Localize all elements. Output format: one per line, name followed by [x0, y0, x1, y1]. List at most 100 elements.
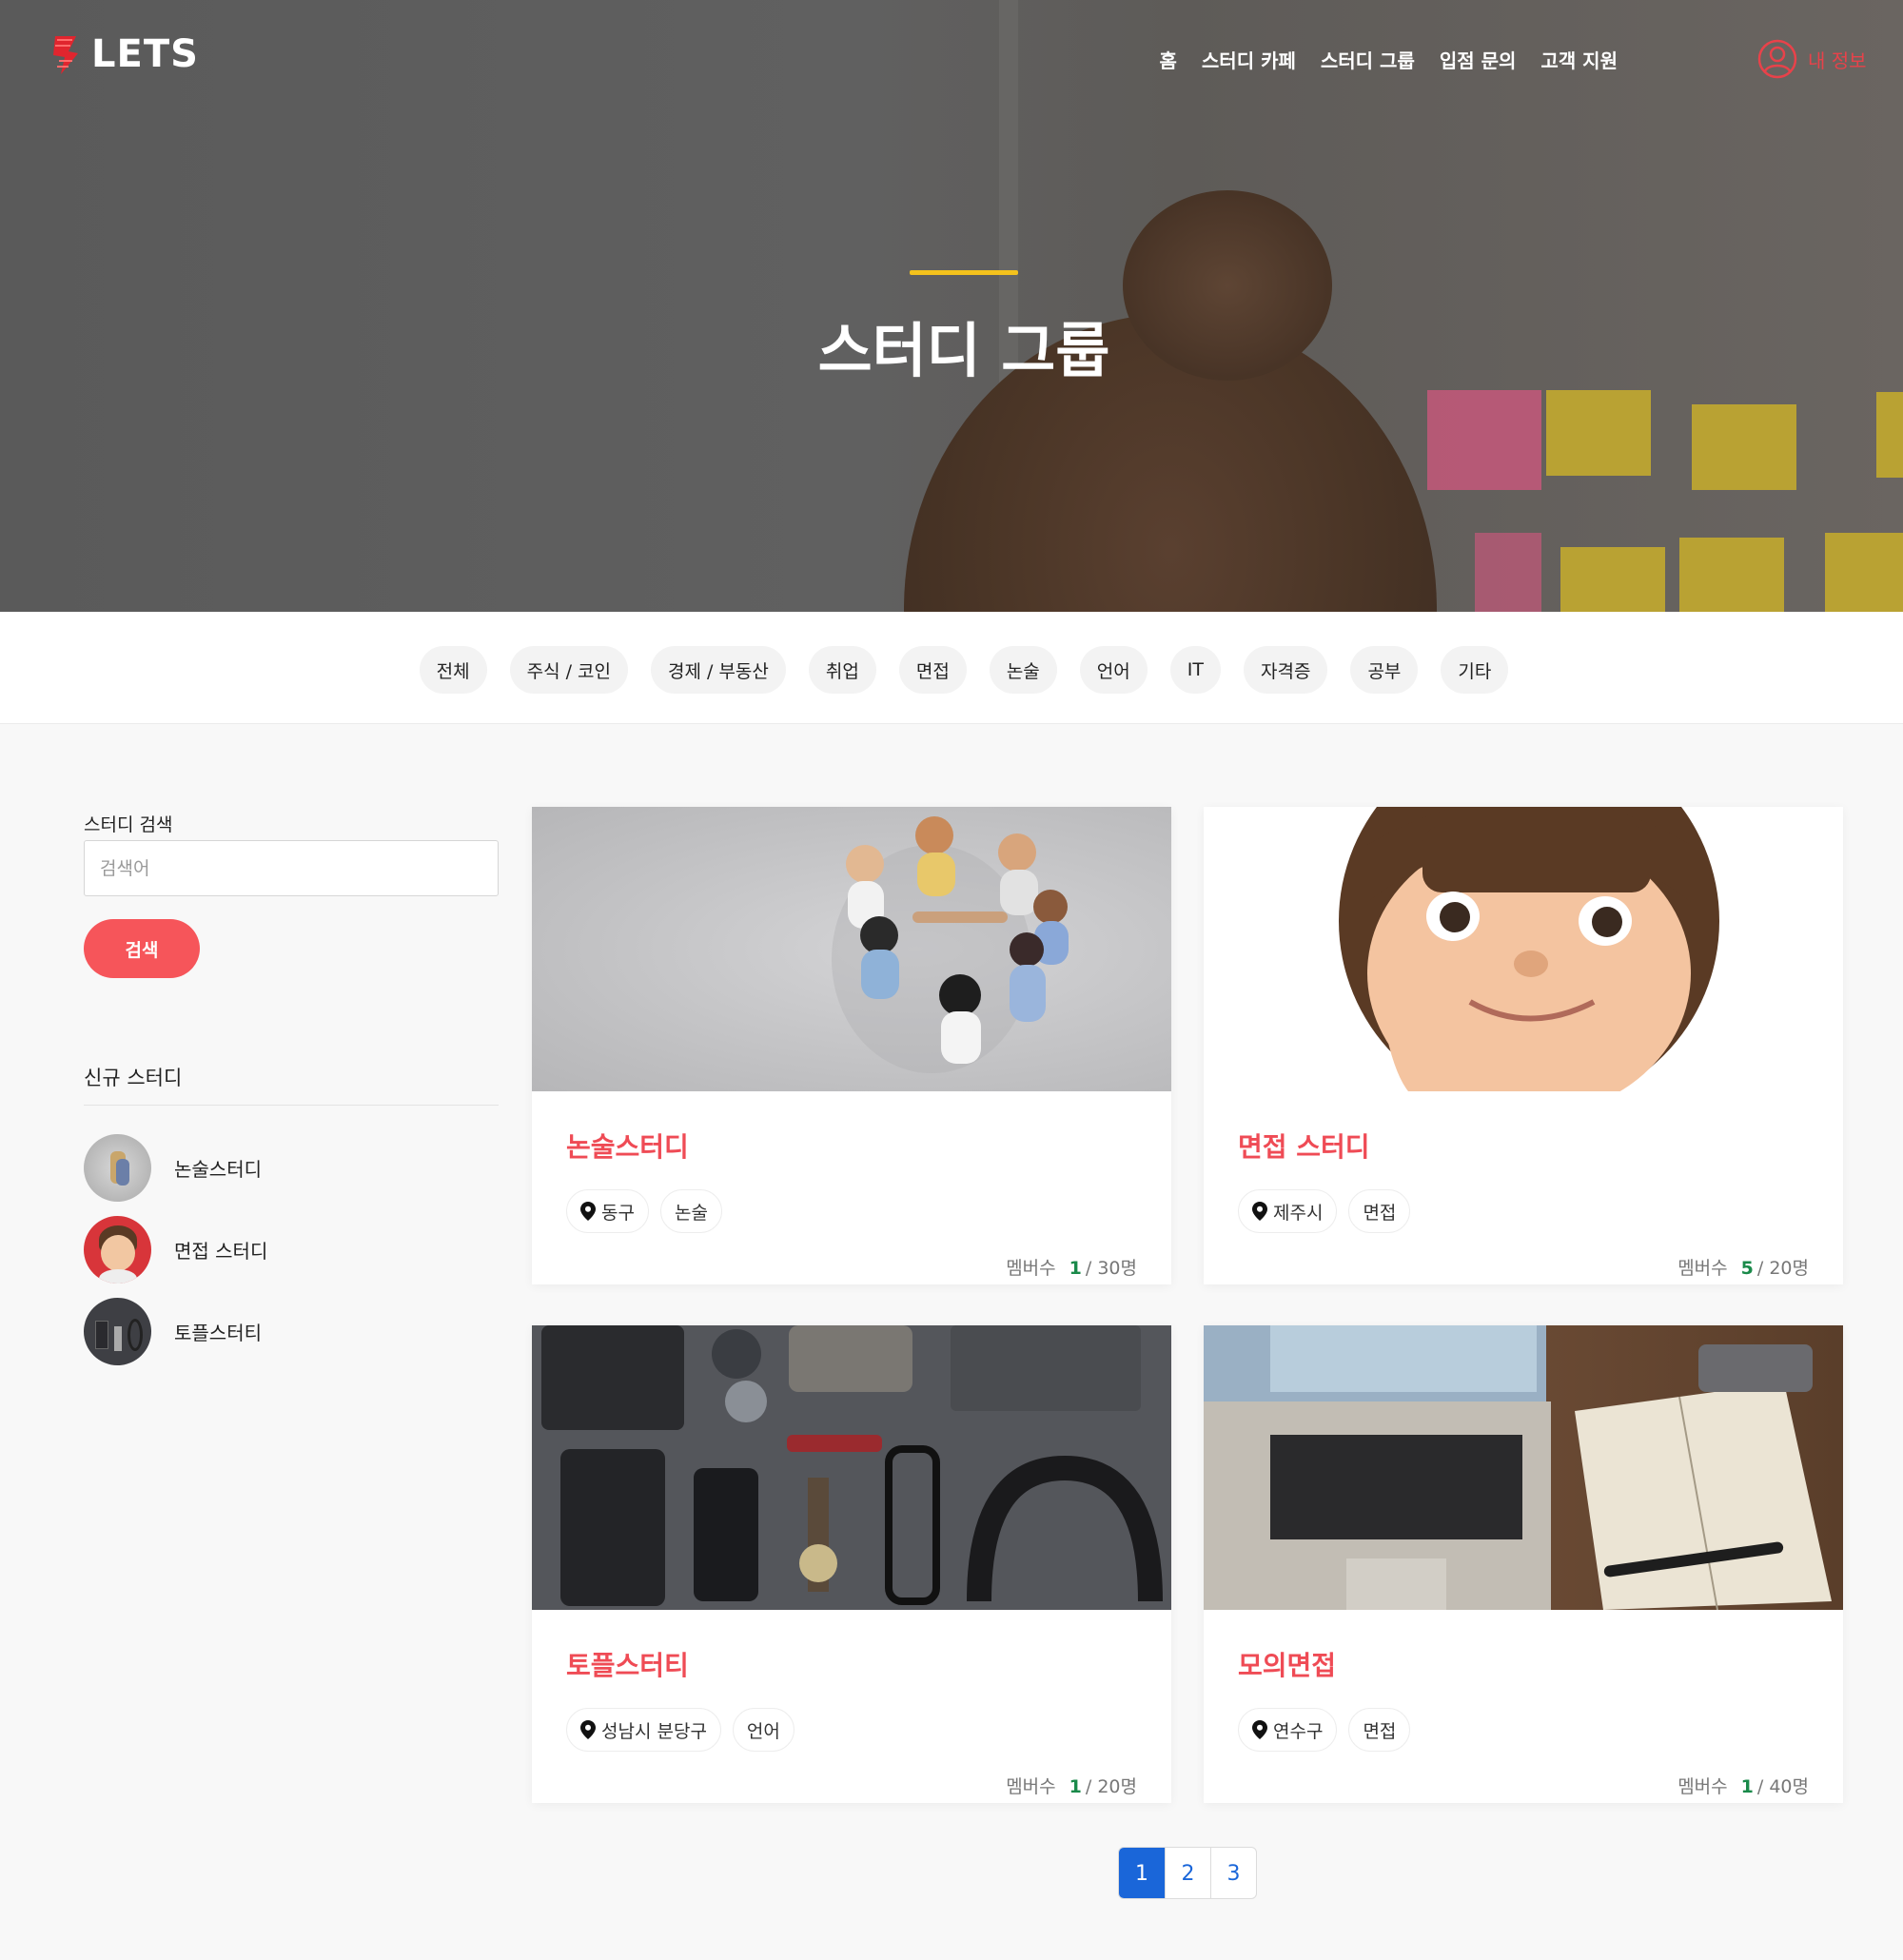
member-current: 5	[1740, 1258, 1754, 1279]
page-1-button[interactable]: 1	[1119, 1848, 1165, 1898]
new-study-item[interactable]: 토플스터티	[84, 1298, 262, 1365]
category-certificate[interactable]: 자격증	[1243, 646, 1328, 694]
team-huddle-illustration	[832, 816, 1069, 1073]
study-title: 토플스터티	[566, 1650, 689, 1681]
sticky-note	[1427, 390, 1541, 490]
page-title: 스터디 그룹	[817, 316, 1110, 385]
avatar	[84, 1298, 151, 1365]
sticky-note	[1546, 390, 1651, 476]
logo-icon	[53, 36, 78, 74]
study-card-image	[532, 807, 1171, 1091]
location-label: 동구	[601, 1202, 635, 1224]
category-tag: 면접	[1348, 1189, 1411, 1233]
category-all[interactable]: 전체	[419, 646, 487, 694]
study-card-image	[532, 1325, 1171, 1610]
study-tags: 제주시 면접	[1238, 1189, 1411, 1233]
category-study[interactable]: 공부	[1350, 646, 1419, 694]
hero-accent-bar	[910, 270, 1018, 275]
navbar: LETS 홈 스터디 카페 스터디 그룹 입점 문의 고객 지원 내 정보	[0, 0, 1903, 119]
page-3-button[interactable]: 3	[1210, 1848, 1256, 1898]
avatar	[84, 1216, 151, 1284]
member-current: 1	[1069, 1776, 1082, 1797]
location-label: 연수구	[1273, 1720, 1324, 1742]
member-label: 멤버수	[1006, 1776, 1056, 1797]
member-label: 멤버수	[1006, 1258, 1056, 1279]
location-tag: 연수구	[1238, 1708, 1338, 1752]
member-count: 멤버수 5/ 20명	[1677, 1254, 1809, 1280]
sticky-note	[1560, 547, 1665, 612]
member-label: 멤버수	[1677, 1776, 1728, 1797]
category-list: 전체 주식 / 코인 경제 / 부동산 취업 면접 논술 언어 IT 자격증 공…	[0, 646, 1903, 694]
new-study-title: 신규 스터디	[84, 1067, 183, 1089]
search-button[interactable]: 검색	[84, 919, 200, 978]
category-tag: 언어	[732, 1708, 795, 1752]
memoji-face-illustration	[1339, 807, 1719, 1091]
sticky-note	[1825, 533, 1903, 612]
location-label: 성남시 분당구	[601, 1720, 707, 1742]
category-language[interactable]: 언어	[1079, 646, 1148, 694]
study-tags: 성남시 분당구 언어	[566, 1708, 795, 1752]
location-tag: 제주시	[1238, 1189, 1338, 1233]
new-study-item[interactable]: 면접 스터디	[84, 1216, 267, 1284]
sticky-note	[1876, 392, 1903, 478]
nav-customer-support[interactable]: 고객 지원	[1540, 46, 1618, 73]
study-title: 면접 스터디	[1238, 1131, 1370, 1163]
category-bar: 전체 주식 / 코인 경제 / 부동산 취업 면접 논술 언어 IT 자격증 공…	[0, 612, 1903, 724]
category-tag: 논술	[659, 1189, 722, 1233]
study-card[interactable]: 모의면접 연수구 면접 멤버수 1/ 40명	[1204, 1325, 1843, 1803]
pagination: 1 2 3	[1118, 1847, 1257, 1899]
category-tag: 면접	[1348, 1708, 1411, 1752]
member-label: 멤버수	[1677, 1258, 1728, 1279]
member-capacity: / 40명	[1756, 1776, 1809, 1797]
member-current: 1	[1740, 1776, 1754, 1797]
location-label: 제주시	[1273, 1202, 1324, 1224]
my-info-link[interactable]: 내 정보	[1756, 38, 1867, 80]
flatlay-items-photo	[541, 1325, 1163, 1606]
member-count: 멤버수 1/ 20명	[1006, 1773, 1137, 1798]
study-card[interactable]: 면접 스터디 제주시 면접 멤버수 5/ 20명	[1204, 807, 1843, 1284]
map-pin-icon	[580, 1202, 596, 1221]
page-2-button[interactable]: 2	[1165, 1848, 1210, 1898]
map-pin-icon	[1252, 1202, 1267, 1221]
category-interview[interactable]: 면접	[898, 646, 967, 694]
sticky-note	[1679, 538, 1784, 612]
category-employment[interactable]: 취업	[808, 646, 876, 694]
new-study-label: 면접 스터디	[174, 1240, 268, 1263]
category-essay[interactable]: 논술	[989, 646, 1057, 694]
category-economy-realestate[interactable]: 경제 / 부동산	[651, 646, 786, 694]
divider	[84, 1105, 499, 1106]
study-card[interactable]: 논술스터디 동구 논술 멤버수 1/ 30명	[532, 807, 1171, 1284]
sticky-note	[1475, 533, 1541, 612]
category-it[interactable]: IT	[1169, 646, 1221, 694]
study-title: 모의면접	[1238, 1650, 1337, 1681]
my-info-label: 내 정보	[1808, 49, 1867, 72]
nav-study-cafe[interactable]: 스터디 카페	[1202, 46, 1296, 73]
location-tag: 성남시 분당구	[566, 1708, 721, 1752]
study-card[interactable]: 토플스터티 성남시 분당구 언어 멤버수 1/ 20명	[532, 1325, 1171, 1803]
category-etc[interactable]: 기타	[1441, 646, 1509, 694]
category-stock-coin[interactable]: 주식 / 코인	[509, 646, 628, 694]
member-count: 멤버수 1/ 40명	[1677, 1773, 1809, 1798]
member-current: 1	[1069, 1258, 1082, 1279]
search-input[interactable]	[84, 840, 499, 896]
nav-study-group[interactable]: 스터디 그룹	[1321, 46, 1415, 73]
member-count: 멤버수 1/ 30명	[1006, 1254, 1137, 1280]
member-capacity: / 20명	[1085, 1776, 1137, 1797]
laptop-desk-photo	[1204, 1325, 1832, 1610]
nav-store-inquiry[interactable]: 입점 문의	[1440, 46, 1517, 73]
search-label: 스터디 검색	[84, 814, 173, 835]
avatar	[84, 1134, 151, 1202]
study-card-image	[1204, 807, 1843, 1091]
logo-text: LETS	[91, 32, 199, 76]
location-tag: 동구	[566, 1189, 649, 1233]
new-study-label: 논술스터디	[174, 1158, 262, 1181]
study-tags: 동구 논술	[566, 1189, 722, 1233]
user-icon	[1757, 39, 1797, 79]
new-study-item[interactable]: 논술스터디	[84, 1134, 262, 1202]
logo[interactable]: LETS	[48, 32, 199, 76]
map-pin-icon	[580, 1720, 596, 1739]
nav-home[interactable]: 홈	[1160, 46, 1177, 73]
map-pin-icon	[1252, 1720, 1267, 1739]
main-nav: 홈 스터디 카페 스터디 그룹 입점 문의 고객 지원	[1160, 46, 1619, 73]
member-capacity: / 20명	[1756, 1258, 1809, 1279]
